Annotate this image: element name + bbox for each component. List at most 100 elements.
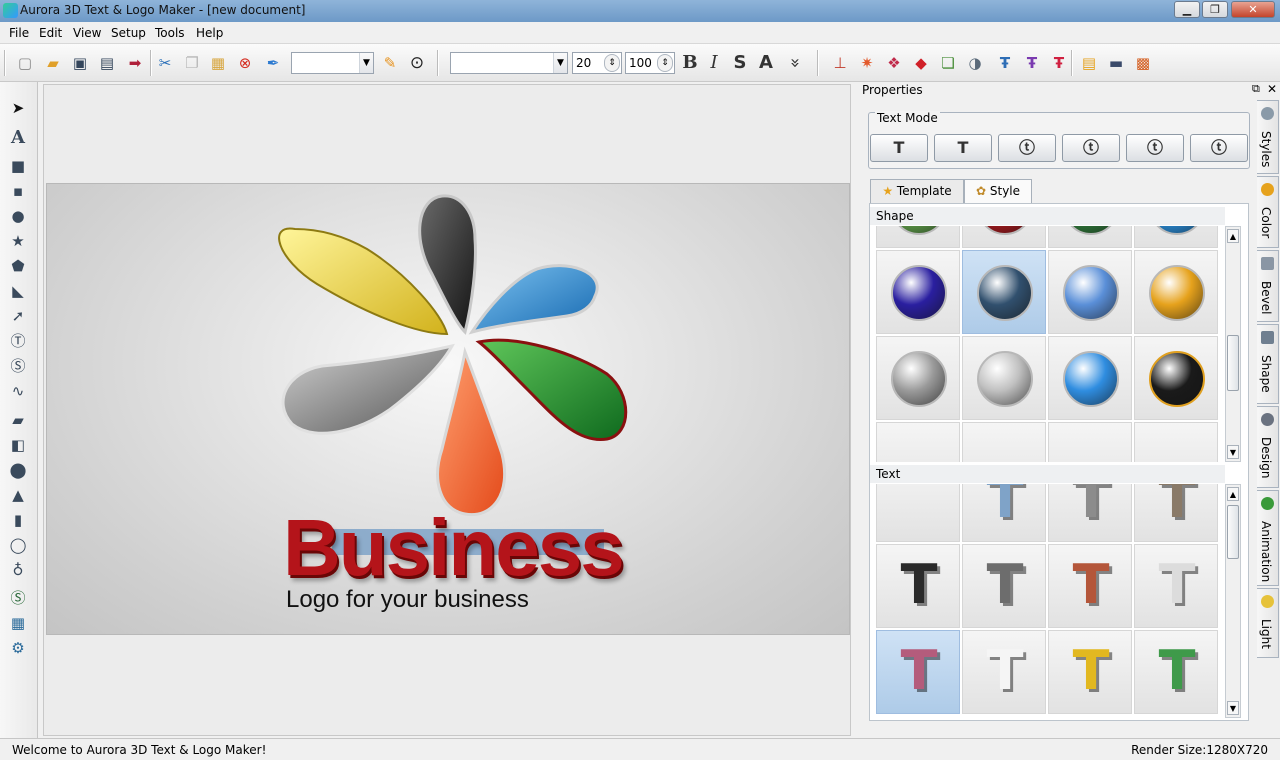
text-style-cell[interactable] <box>876 484 960 542</box>
font-name-combo[interactable]: ▼ <box>450 52 568 74</box>
paste-icon[interactable]: ▦ <box>207 52 229 74</box>
shape-style-cell[interactable] <box>1134 336 1218 420</box>
text-style-cell[interactable]: T <box>1134 544 1218 628</box>
text-align-right-icon[interactable]: Ŧ <box>1048 52 1070 74</box>
axis-icon[interactable]: ⊥ <box>829 52 851 74</box>
side-tab-design[interactable]: Design <box>1257 406 1279 488</box>
text-tool-icon[interactable]: A <box>8 128 28 148</box>
text-style-cell[interactable]: T <box>1048 484 1132 542</box>
scroll-thumb[interactable] <box>1227 505 1239 559</box>
text-style-cell[interactable]: T <box>876 630 960 714</box>
scroll-down-icon[interactable]: ▼ <box>1227 445 1239 459</box>
shape-style-cell[interactable] <box>876 226 960 248</box>
cube-icon[interactable]: ◆ <box>910 52 932 74</box>
logo-subtitle[interactable]: Logo for your business <box>286 586 529 614</box>
text-style-cell[interactable]: T <box>1048 544 1132 628</box>
rotate-icon[interactable]: ◑ <box>964 52 986 74</box>
shape-scrollbar[interactable]: ▲ ▼ <box>1225 226 1241 462</box>
shape-style-cell[interactable] <box>1134 422 1218 462</box>
side-tab-animation[interactable]: Animation <box>1257 490 1279 586</box>
text-scrollbar[interactable]: ▲ ▼ <box>1225 484 1241 718</box>
shape-style-cell[interactable] <box>1048 422 1132 462</box>
open-folder-icon[interactable]: ▰ <box>42 52 64 74</box>
merge-icon[interactable]: ❏ <box>937 52 959 74</box>
logo-canvas[interactable]: Business Logo for your business <box>46 183 850 635</box>
explode-icon[interactable]: ✷ <box>856 52 878 74</box>
side-tab-shape[interactable]: Shape <box>1257 324 1279 404</box>
cube-group-icon[interactable]: ❖ <box>883 52 905 74</box>
box-3d-icon[interactable]: ▰ <box>8 410 28 430</box>
shape-style-cell[interactable] <box>1048 336 1132 420</box>
pentagon-icon[interactable]: ⬟ <box>8 256 28 276</box>
cylinder-side-icon[interactable]: ◧ <box>8 435 28 455</box>
shape-style-cell[interactable] <box>1134 250 1218 334</box>
pencil-icon[interactable]: ✎ <box>379 52 401 74</box>
tab-template[interactable]: ★ Template <box>870 179 964 203</box>
outline-button[interactable]: A <box>755 52 777 74</box>
add-image-icon[interactable]: ▦ <box>8 613 28 633</box>
shape-style-cell[interactable] <box>962 250 1046 334</box>
strikethrough-button[interactable]: S <box>729 52 751 74</box>
more-options-button[interactable]: » <box>784 52 806 74</box>
save-icon[interactable]: ▣ <box>69 52 91 74</box>
menu-file[interactable]: File <box>9 26 29 40</box>
dock-pin-icon[interactable]: ⧉ <box>1252 82 1260 96</box>
text-mode-outline-button[interactable]: ⓣ <box>1190 134 1248 162</box>
scroll-up-icon[interactable]: ▲ <box>1227 487 1239 501</box>
menu-edit[interactable]: Edit <box>39 26 62 40</box>
arrow-shape-icon[interactable]: ➚ <box>8 306 28 326</box>
path-icon[interactable]: ∿ <box>8 381 28 401</box>
font-size-stepper[interactable]: 20 ⇕ <box>572 52 622 74</box>
play-icon[interactable]: ⊙ <box>406 52 428 74</box>
chevron-down-icon[interactable]: ▼ <box>553 53 567 73</box>
select-arrow-icon[interactable]: ➤ <box>8 98 28 118</box>
text-style-cell[interactable]: T <box>962 544 1046 628</box>
add-model-icon[interactable]: ⚙ <box>8 638 28 658</box>
rounded-rectangle-icon[interactable]: ▪ <box>8 181 28 201</box>
shape-style-cell[interactable] <box>962 226 1046 248</box>
shape-style-cell[interactable] <box>1048 226 1132 248</box>
shape-style-cell[interactable] <box>1048 250 1132 334</box>
menu-setup[interactable]: Setup <box>111 26 146 40</box>
cone-icon[interactable]: ▲ <box>8 485 28 505</box>
layer-icon[interactable]: ▤ <box>1078 52 1100 74</box>
font-combo[interactable]: ▼ <box>291 52 374 74</box>
text-style-cell[interactable]: T <box>1134 484 1218 542</box>
minimize-button[interactable]: ▁ <box>1174 1 1200 18</box>
scroll-down-icon[interactable]: ▼ <box>1227 701 1239 715</box>
scroll-up-icon[interactable]: ▲ <box>1227 229 1239 243</box>
text-style-cell[interactable]: T <box>962 630 1046 714</box>
shape-style-cell[interactable] <box>962 422 1046 462</box>
stepper-icon[interactable]: ⇕ <box>604 54 620 72</box>
text-style-cell[interactable]: T <box>876 544 960 628</box>
curve-shape-icon[interactable]: ◣ <box>8 281 28 301</box>
side-tab-styles[interactable]: Styles <box>1257 100 1279 174</box>
text-style-cell[interactable]: T <box>962 484 1046 542</box>
panel-close-icon[interactable]: ✕ <box>1267 82 1277 96</box>
star-icon[interactable]: ★ <box>8 231 28 251</box>
text-align-left-icon[interactable]: Ŧ <box>994 52 1016 74</box>
close-button[interactable]: ✕ <box>1231 1 1275 18</box>
tab-style[interactable]: ✿ Style <box>964 179 1032 204</box>
sphere-icon[interactable]: ⬤ <box>8 460 28 480</box>
new-document-icon[interactable]: ▢ <box>14 52 36 74</box>
text-mode-round-button[interactable]: ⓣ <box>998 134 1056 162</box>
stepper-icon[interactable]: ⇕ <box>657 54 673 72</box>
chevron-down-icon[interactable]: ▼ <box>359 53 373 73</box>
scale-stepper[interactable]: 100 ⇕ <box>625 52 675 74</box>
text-style-cell[interactable]: T <box>1134 630 1218 714</box>
bold-button[interactable]: B <box>679 52 701 74</box>
rectangle-icon[interactable]: ■ <box>8 156 28 176</box>
side-tab-bevel[interactable]: Bevel <box>1257 250 1279 322</box>
side-tab-light[interactable]: Light <box>1257 588 1279 658</box>
shape-style-cell[interactable] <box>876 250 960 334</box>
vase-icon[interactable]: ♁ <box>8 560 28 580</box>
text-mode-flat-button[interactable]: T <box>870 134 928 162</box>
shape-style-cell[interactable] <box>1134 226 1218 248</box>
maximize-button[interactable]: ❐ <box>1202 1 1228 18</box>
text-mode-bevel-button[interactable]: ⓣ <box>1062 134 1120 162</box>
copy-icon[interactable]: ❐ <box>181 52 203 74</box>
side-tab-color[interactable]: Color <box>1257 176 1279 248</box>
image-icon[interactable]: ▩ <box>1132 52 1154 74</box>
circle-icon[interactable]: ● <box>8 206 28 226</box>
